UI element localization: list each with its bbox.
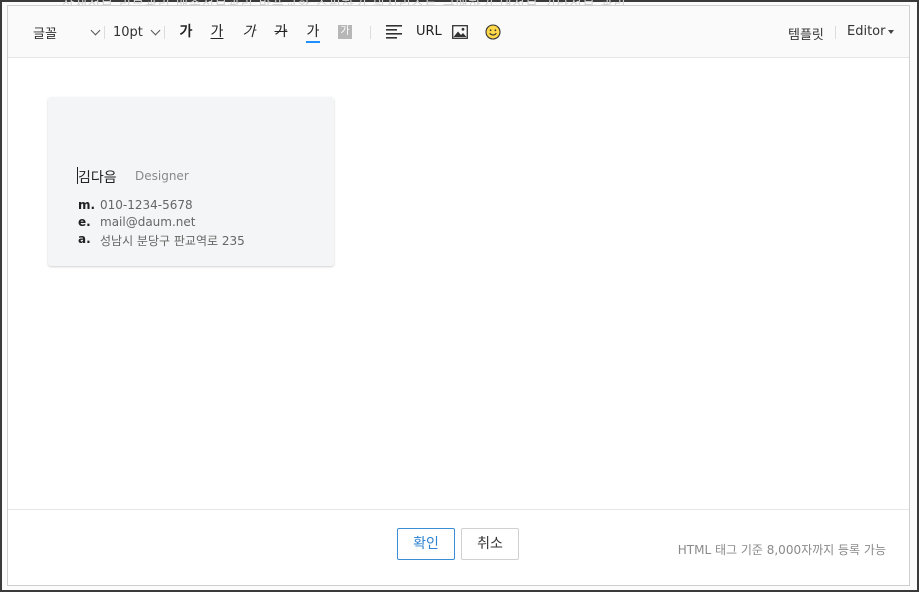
card-row-mobile: m. 010-1234-5678 <box>78 198 193 212</box>
font-family-select[interactable]: 글꼴 <box>33 6 101 58</box>
dialog-footer: 확인 취소 HTML 태그 기준 8,000자까지 등록 가능 <box>8 509 909 585</box>
font-size-label: 10pt <box>113 24 143 40</box>
card-row-value: mail@daum.net <box>100 215 196 229</box>
background-color-label: 가 <box>338 25 352 39</box>
chevron-down-icon <box>90 25 101 36</box>
smiley-icon <box>485 24 501 40</box>
color-indicator <box>306 41 320 43</box>
card-row-value: 010-1234-5678 <box>100 198 193 212</box>
editor-content-area[interactable]: 김다음 Designer m. 010-1234-5678 e. mail@da… <box>8 58 909 509</box>
template-button[interactable]: 템플릿 <box>788 24 824 43</box>
italic-button[interactable]: 가 <box>237 20 261 44</box>
toolbar-divider <box>104 26 105 39</box>
character-limit-note: HTML 태그 기준 8,000자까지 등록 가능 <box>677 543 886 557</box>
editor-dialog: 글꼴 10pt 가 가 가 가 가 가 URL 템플릿 Editor 김다음 D… <box>7 5 910 586</box>
card-row-key: a. <box>78 232 91 246</box>
align-left-icon <box>386 25 402 39</box>
caret-down-icon <box>888 29 895 34</box>
url-button[interactable]: URL <box>416 24 442 39</box>
card-row-key: m. <box>78 198 96 212</box>
toolbar-divider <box>164 26 165 39</box>
editor-toolbar: 글꼴 10pt 가 가 가 가 가 가 URL 템플릿 Editor <box>8 6 909 58</box>
font-size-select[interactable]: 10pt <box>113 6 161 58</box>
confirm-button[interactable]: 확인 <box>397 528 455 560</box>
image-icon <box>452 25 468 39</box>
card-row-value: 성남시 분당구 판교역로 235 <box>100 234 245 248</box>
text-color-label: 가 <box>306 24 320 40</box>
text-color-button[interactable]: 가 <box>301 20 325 44</box>
editor-mode-dropdown[interactable]: Editor <box>847 24 895 39</box>
card-name: 김다음 <box>78 170 117 186</box>
card-row-key: e. <box>78 215 91 229</box>
card-row-address: a. 성남시 분당구 판교역로 235 <box>78 232 245 249</box>
emoji-button[interactable] <box>481 20 505 44</box>
toolbar-divider <box>370 26 371 39</box>
underline-button[interactable]: 가 <box>205 20 229 44</box>
bold-button[interactable]: 가 <box>174 20 198 44</box>
business-card: 김다음 Designer m. 010-1234-5678 e. mail@da… <box>48 97 334 266</box>
chevron-down-icon <box>150 25 161 36</box>
card-role: Designer <box>135 169 189 183</box>
background-color-button[interactable]: 가 <box>333 20 357 44</box>
strikethrough-button[interactable]: 가 <box>269 20 293 44</box>
toolbar-divider <box>835 26 836 39</box>
cancel-button[interactable]: 취소 <box>461 528 519 560</box>
editor-mode-label: Editor <box>847 24 886 39</box>
image-button[interactable] <box>448 20 472 44</box>
card-row-email: e. mail@daum.net <box>78 215 195 229</box>
align-button[interactable] <box>382 20 406 44</box>
font-family-label: 글꼴 <box>33 26 57 42</box>
